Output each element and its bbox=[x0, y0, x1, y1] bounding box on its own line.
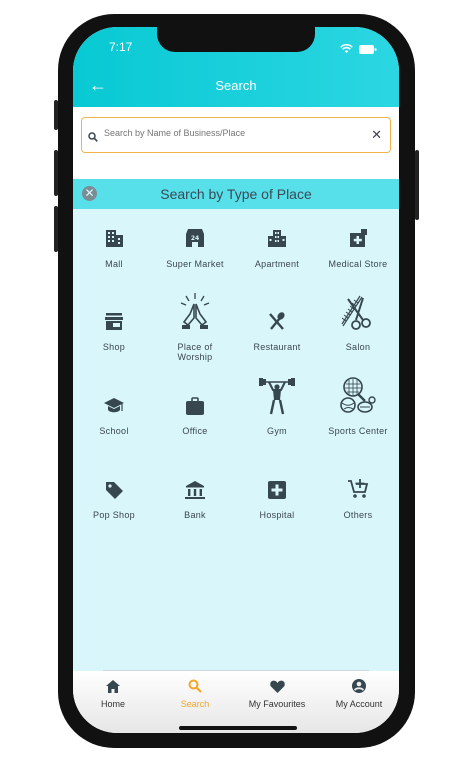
panel-title: Search by Type of Place bbox=[160, 186, 312, 202]
place-item-sports-center[interactable]: Sports Center bbox=[317, 377, 399, 436]
scissors-comb-icon bbox=[338, 294, 378, 337]
nav-label: Search bbox=[180, 699, 210, 709]
nav-label: My Favourites bbox=[248, 699, 306, 709]
place-item-apartment[interactable]: Apartment bbox=[236, 214, 318, 269]
place-item-place-of-worship[interactable]: Place of Worship bbox=[154, 293, 236, 362]
home-icon bbox=[106, 679, 120, 695]
search-input[interactable] bbox=[102, 127, 366, 139]
place-label: Place of Worship bbox=[177, 342, 213, 362]
store-24-icon: 24 bbox=[184, 227, 206, 254]
battery-icon bbox=[359, 41, 377, 59]
place-label: School bbox=[99, 426, 129, 436]
power-button bbox=[415, 150, 419, 220]
place-label: Mall bbox=[105, 259, 123, 269]
account-icon bbox=[352, 679, 366, 695]
shop-icon bbox=[103, 310, 125, 337]
place-item-super-market[interactable]: 24 Super Market bbox=[154, 214, 236, 269]
place-label: Super Market bbox=[166, 259, 224, 269]
graduation-cap-icon bbox=[103, 396, 125, 421]
home-indicator[interactable] bbox=[179, 726, 297, 730]
place-item-school[interactable]: School bbox=[73, 381, 155, 436]
place-label: Hospital bbox=[259, 510, 295, 520]
place-item-restaurant[interactable]: Restaurant bbox=[236, 297, 318, 352]
place-type-panel: ✕ Search by Type of Place Mall 24 Super … bbox=[73, 179, 399, 672]
status-icons bbox=[340, 41, 377, 59]
building-icon bbox=[103, 227, 125, 254]
app-screen: 7:17 ← Search ✕ ✕ Search by Type of Plac… bbox=[73, 27, 399, 733]
silent-switch bbox=[54, 100, 58, 130]
fork-spoon-icon bbox=[266, 310, 288, 337]
briefcase-icon bbox=[184, 396, 206, 421]
clear-icon[interactable]: ✕ bbox=[371, 127, 382, 143]
place-item-others[interactable]: Others bbox=[317, 465, 399, 520]
hospital-cross-icon bbox=[267, 480, 287, 505]
nav-home[interactable]: Home bbox=[73, 679, 153, 709]
bank-icon bbox=[184, 480, 206, 505]
medical-store-icon bbox=[347, 227, 369, 254]
place-label: Restaurant bbox=[253, 342, 301, 352]
nav-my-favourites[interactable]: My Favourites bbox=[237, 679, 317, 709]
page-title: Search bbox=[215, 78, 257, 93]
nav-label: Home bbox=[100, 699, 125, 709]
cart-plus-icon bbox=[347, 478, 369, 505]
svg-text:24: 24 bbox=[191, 235, 199, 242]
place-label: Sports Center bbox=[328, 426, 388, 436]
place-item-bank[interactable]: Bank bbox=[154, 465, 236, 520]
place-item-medical-store[interactable]: Medical Store bbox=[317, 214, 399, 269]
status-time: 7:17 bbox=[109, 40, 133, 54]
place-label: Office bbox=[182, 426, 208, 436]
place-item-office[interactable]: Office bbox=[154, 381, 236, 436]
place-label: Salon bbox=[345, 342, 371, 352]
tag-icon bbox=[103, 480, 125, 505]
place-label: Bank bbox=[184, 510, 206, 520]
nav-label: My Account bbox=[335, 699, 383, 709]
place-item-shop[interactable]: Shop bbox=[73, 297, 155, 352]
search-icon bbox=[188, 679, 202, 695]
place-item-mall[interactable]: Mall bbox=[73, 214, 155, 269]
sports-balls-icon bbox=[338, 376, 378, 421]
place-label: Pop Shop bbox=[93, 510, 135, 520]
search-icon bbox=[88, 129, 98, 147]
panel-header: ✕ Search by Type of Place bbox=[73, 179, 399, 209]
place-label: Gym bbox=[267, 426, 287, 436]
bottom-navigation: Home Search My Favourites My Account bbox=[73, 671, 399, 733]
place-item-gym[interactable]: Gym bbox=[236, 378, 318, 436]
nav-search[interactable]: Search bbox=[155, 679, 235, 709]
notch bbox=[157, 27, 315, 52]
search-field[interactable]: ✕ bbox=[81, 117, 391, 153]
heart-icon bbox=[269, 680, 285, 695]
volume-up-button bbox=[54, 150, 58, 196]
worship-hands-icon bbox=[177, 292, 213, 337]
place-label: Shop bbox=[102, 342, 126, 352]
place-item-hospital[interactable]: Hospital bbox=[236, 465, 318, 520]
volume-down-button bbox=[54, 206, 58, 252]
place-item-salon[interactable]: Salon bbox=[317, 294, 399, 352]
apartment-icon bbox=[266, 227, 288, 254]
place-item-pop-shop[interactable]: Pop Shop bbox=[73, 465, 155, 520]
place-label: Others bbox=[343, 510, 373, 520]
place-label: Apartment bbox=[254, 259, 300, 269]
weightlifter-icon bbox=[257, 376, 297, 421]
wifi-icon bbox=[340, 41, 353, 59]
place-label: Medical Store bbox=[328, 259, 388, 269]
nav-my-account[interactable]: My Account bbox=[319, 679, 399, 709]
